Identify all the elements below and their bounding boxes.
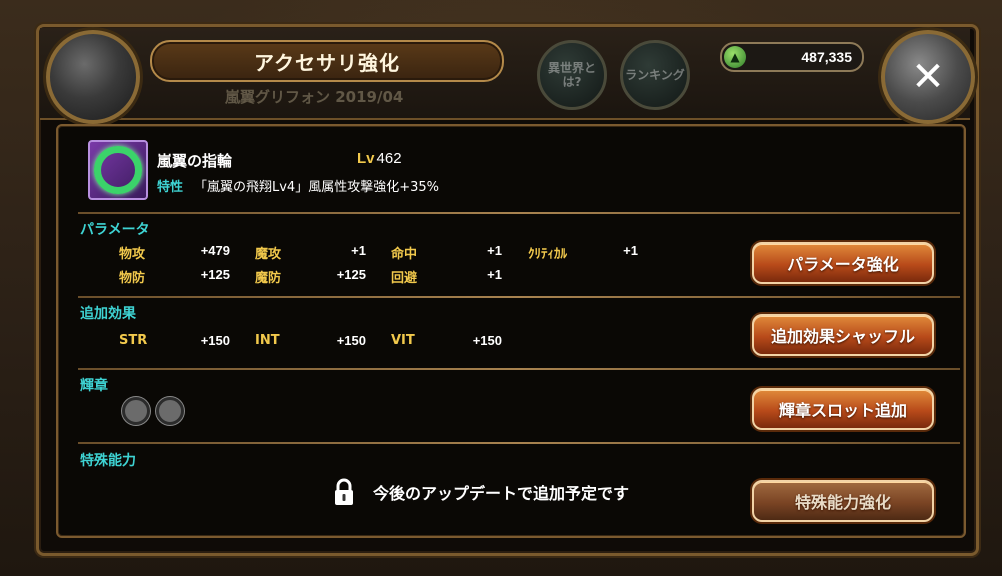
section-emblem-title: 輝章 [80,378,108,394]
page-title: アクセサリ強化 [150,40,504,82]
emblem-slot-add-button[interactable]: 輝章スロット追加 [752,388,934,430]
section-special-title: 特殊能力 [80,453,136,469]
event-subtitle: 嵐翼グリフォン 2019/04 [225,88,404,106]
level-label: Lv [357,150,375,167]
bonus-value: +150 [200,333,230,348]
param-upgrade-button[interactable]: パラメータ強化 [752,242,934,284]
lock-icon [335,478,353,505]
stat-value: +1 [351,243,366,258]
close-icon: ✕ [911,54,945,100]
divider [78,368,960,370]
bonus-label: INT [255,333,280,348]
gold-coin-icon: ▲ [724,46,746,68]
trait-label: 特性 [157,180,184,195]
emblem-slot[interactable] [122,397,150,425]
divider [78,442,960,444]
section-bonus-title: 追加効果 [80,306,136,322]
stat-label: ｸﾘﾃｨｶﾙ [528,247,567,262]
stat-value: +1 [487,243,502,258]
item-name: 嵐翼の指輪 [157,152,233,170]
stat-value: +1 [623,243,638,258]
stat-value: +479 [200,243,230,258]
stat-label: 回避 [391,271,418,286]
locked-notice: 今後のアップデートで追加予定です [333,477,629,507]
gold-counter: ▲ 487,335 [720,42,864,72]
gold-amount: 487,335 [801,49,852,65]
divider [78,212,960,214]
bonus-shuffle-button[interactable]: 追加効果シャッフル [752,314,934,356]
close-button[interactable]: ✕ [881,30,975,124]
level-value: 462 [376,150,402,167]
ranking-button: ランキング [620,40,690,110]
bonus-value: +150 [336,333,366,348]
bonus-value: +150 [472,333,502,348]
emblem-slot[interactable] [156,397,184,425]
stat-value: +125 [336,267,366,282]
bonus-label: VIT [391,333,415,348]
stat-label: 物防 [119,271,146,286]
stat-label: 魔防 [255,271,282,286]
trait-text: 「嵐翼の飛翔Lv4」風属性攻撃強化+35% [194,180,439,195]
divider [78,296,960,298]
menu-orb [46,30,140,124]
stat-label: 物攻 [119,247,146,262]
ring-item-icon [88,140,148,200]
stat-label: 魔攻 [255,247,282,262]
locked-message: 今後のアップデートで追加予定です [373,484,630,503]
special-upgrade-button[interactable]: 特殊能力強化 [752,480,934,522]
other-world-button: 異世界とは? [537,40,607,110]
section-params-title: パラメータ [80,222,150,238]
bonus-label: STR [119,333,148,348]
item-level: Lv 462 [357,150,402,167]
stat-label: 命中 [391,247,418,262]
stat-value: +125 [200,267,230,282]
stat-value: +1 [487,267,502,282]
